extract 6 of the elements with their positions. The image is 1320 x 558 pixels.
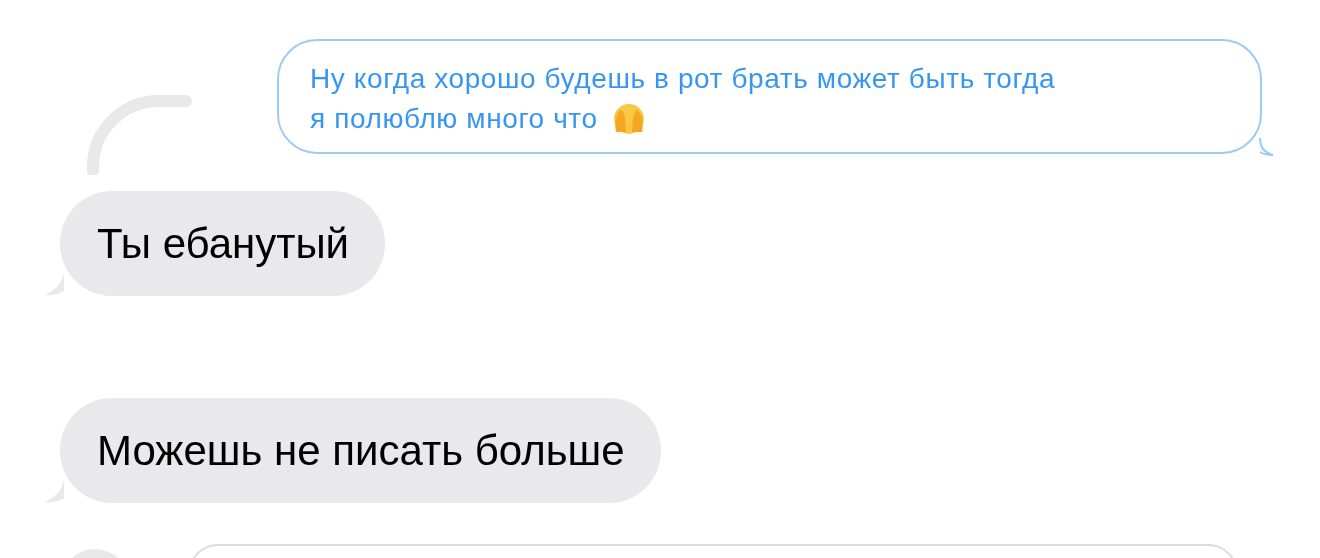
- hands-over-face-icon: [611, 102, 646, 136]
- quoted-message-text: я полюблю много что: [310, 102, 598, 136]
- message-bubble: Ты ебанутый: [60, 191, 386, 296]
- bubble-tail: [1259, 138, 1275, 156]
- message-bubble: Можешь не писать больше: [60, 398, 661, 503]
- quoted-message-text: Ну когда хорошо будешь в рот брать может быть тогда: [310, 62, 1056, 96]
